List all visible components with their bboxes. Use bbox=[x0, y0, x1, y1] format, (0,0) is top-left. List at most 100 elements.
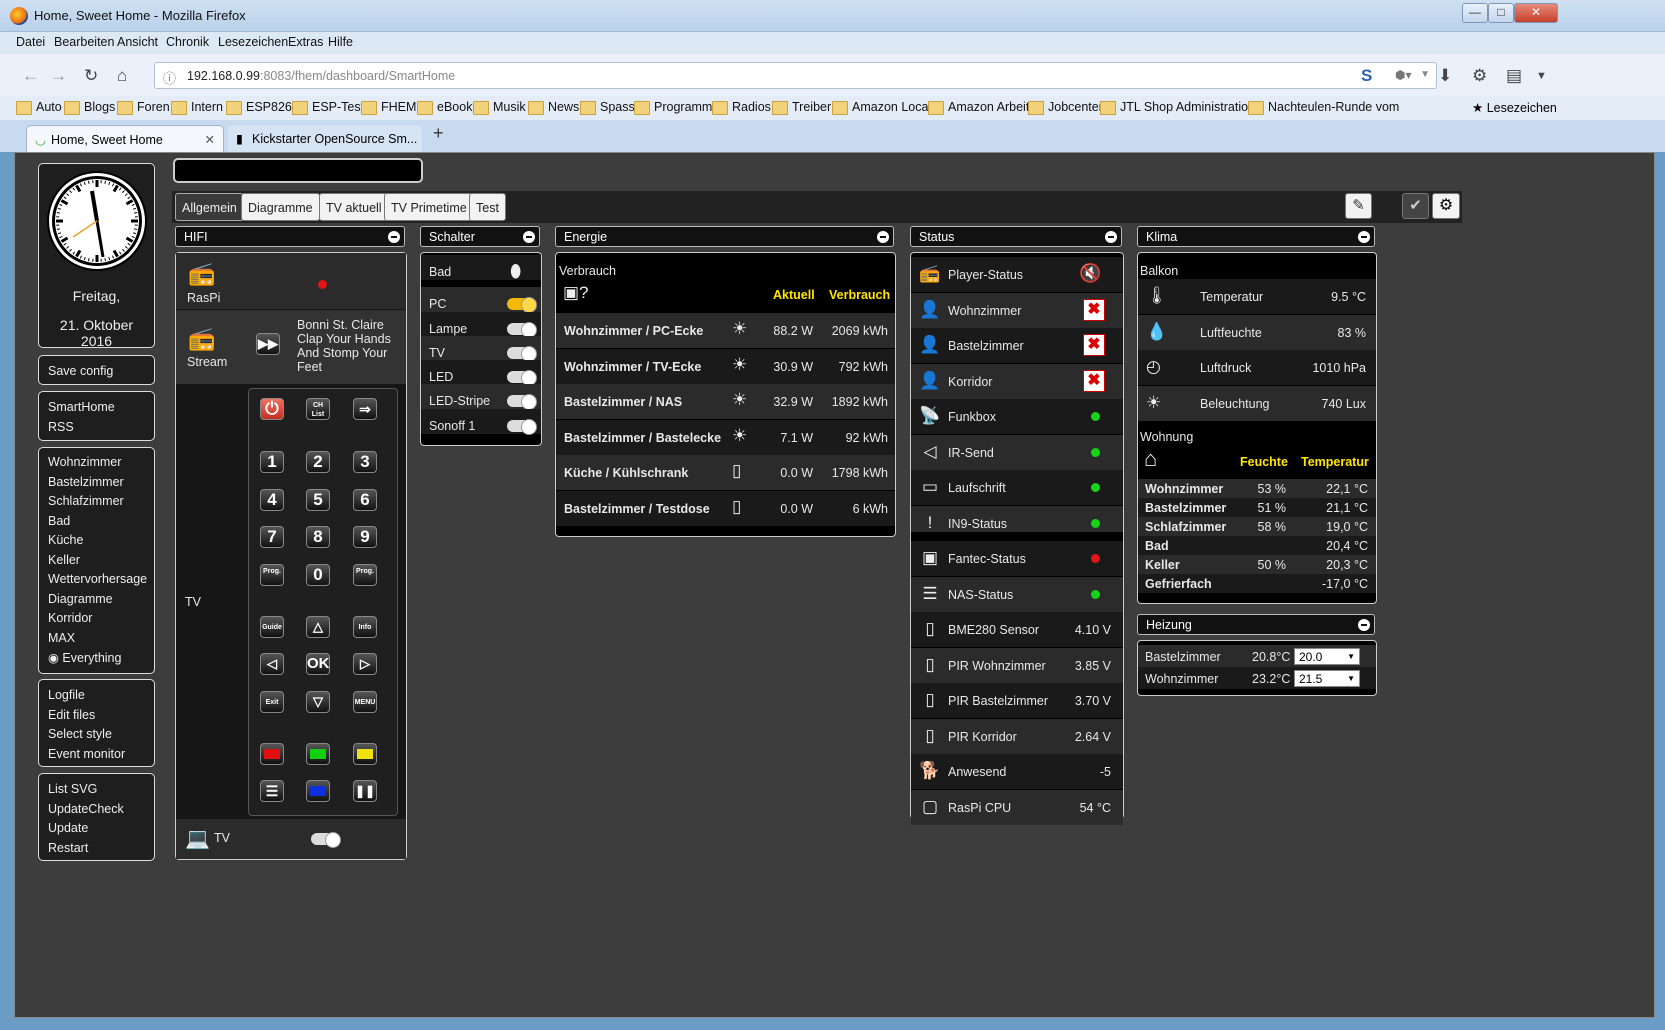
tab-test[interactable]: Test bbox=[469, 193, 506, 221]
arrow-up-icon[interactable]: △ bbox=[306, 616, 330, 638]
collapse-icon[interactable] bbox=[388, 231, 400, 243]
digit-8-button[interactable]: 8 bbox=[306, 526, 330, 548]
guide-button[interactable]: Guide bbox=[260, 616, 284, 638]
bookmark-folder[interactable]: Intern bbox=[171, 100, 223, 115]
switch-toggle[interactable] bbox=[507, 322, 537, 338]
input-source-button[interactable]: ⇒ bbox=[353, 398, 377, 420]
settings-gear-icon[interactable]: ⚙ bbox=[1432, 193, 1460, 219]
bookmark-link[interactable]: JTL Shop Administration bbox=[1100, 100, 1255, 115]
sidebar-item-bastelzimmer[interactable]: Bastelzimmer bbox=[39, 475, 154, 495]
switch-toggle[interactable] bbox=[507, 370, 537, 386]
toolbar-menu-icon[interactable]: ▼ bbox=[1536, 70, 1547, 82]
sidebar-item-keller[interactable]: Keller bbox=[39, 553, 154, 573]
adblock-icon[interactable]: ⬢▾ bbox=[1395, 68, 1412, 82]
reload-icon[interactable]: ↻ bbox=[84, 66, 98, 86]
sidebar-item-diagramme[interactable]: Diagramme bbox=[39, 592, 154, 612]
play-icon[interactable]: ▶▶ bbox=[256, 333, 280, 355]
menu-extras[interactable]: Extras bbox=[288, 35, 323, 49]
menu-bearbeiten[interactable]: Bearbeiten bbox=[54, 35, 114, 49]
tv-toggle[interactable] bbox=[311, 832, 341, 848]
tab-allgemein[interactable]: Allgemein bbox=[175, 193, 244, 221]
sidebar-item-list-svg[interactable]: List SVG bbox=[39, 782, 154, 802]
collapse-icon[interactable] bbox=[1358, 231, 1370, 243]
menu-ansicht[interactable]: Ansicht bbox=[117, 35, 158, 49]
bookmark-folder[interactable]: FHEM bbox=[361, 100, 416, 115]
digit-1-button[interactable]: 1 bbox=[260, 451, 284, 473]
sidebar-item-updatecheck[interactable]: UpdateCheck bbox=[39, 802, 154, 822]
new-tab-icon[interactable]: + bbox=[433, 123, 444, 144]
digit-0-button[interactable]: 0 bbox=[306, 564, 330, 586]
prog-down-button[interactable]: Prog. bbox=[353, 564, 377, 586]
sidebar-item-everything[interactable]: ◉ Everything bbox=[39, 650, 154, 670]
arrow-left-icon[interactable]: ◁ bbox=[260, 653, 284, 675]
sidebar-item-max[interactable]: MAX bbox=[39, 631, 154, 651]
bookmark-folder[interactable]: Programm bbox=[634, 100, 712, 115]
collapse-icon[interactable] bbox=[877, 231, 889, 243]
arrow-down-icon[interactable]: ▽ bbox=[306, 691, 330, 713]
tab-home-sweet-home[interactable]: ◡ Home, Sweet Home ✕ bbox=[26, 125, 224, 152]
bookmark-folder[interactable]: Amazon Arbeit bbox=[928, 100, 1029, 115]
setpoint-select[interactable]: 20.0 bbox=[1294, 648, 1360, 665]
command-input[interactable] bbox=[173, 158, 423, 183]
digit-7-button[interactable]: 7 bbox=[260, 526, 284, 548]
bookmark-folder[interactable]: News bbox=[528, 100, 579, 115]
tab-tv-aktuell[interactable]: TV aktuell bbox=[319, 193, 389, 221]
switch-toggle[interactable] bbox=[507, 346, 537, 362]
sidebar-item-wohnzimmer[interactable]: Wohnzimmer bbox=[39, 455, 154, 475]
menu-lesezeichen[interactable]: Lesezeichen bbox=[218, 35, 288, 49]
download-icon[interactable]: ⬇ bbox=[1438, 66, 1452, 86]
sidebar-item-korridor[interactable]: Korridor bbox=[39, 611, 154, 631]
bookmark-folder[interactable]: Spass bbox=[580, 100, 635, 115]
edit-pencil-icon[interactable]: ✎ bbox=[1345, 193, 1372, 219]
menu-button[interactable]: MENU bbox=[353, 691, 377, 713]
bookmark-folder[interactable]: Treiber bbox=[772, 100, 831, 115]
url-dropdown-icon[interactable]: ▼ bbox=[1420, 69, 1430, 80]
digit-3-button[interactable]: 3 bbox=[353, 451, 377, 473]
switch-toggle[interactable] bbox=[507, 297, 537, 313]
red-button[interactable] bbox=[260, 743, 284, 765]
ch-list-button[interactable]: CH List bbox=[306, 398, 330, 420]
close-window-button[interactable]: ✕ bbox=[1514, 3, 1558, 23]
bookmark-folder[interactable]: Jobcenter bbox=[1028, 100, 1103, 115]
tab-kickstarter[interactable]: ▮ Kickstarter OpenSource Sm... bbox=[228, 125, 422, 152]
bookmark-folder[interactable]: Auto bbox=[16, 100, 62, 115]
collapse-icon[interactable] bbox=[1358, 619, 1370, 631]
menu-datei[interactable]: Datei bbox=[16, 35, 45, 49]
arrow-right-icon[interactable]: ▷ bbox=[353, 653, 377, 675]
collapse-icon[interactable] bbox=[523, 231, 535, 243]
exit-button[interactable]: Exit bbox=[260, 691, 284, 713]
home-icon[interactable]: ⌂ bbox=[117, 66, 127, 86]
sidebar-item-update[interactable]: Update bbox=[39, 821, 154, 841]
bookmark-folder[interactable]: eBook bbox=[417, 100, 472, 115]
sidebar-item-select-style[interactable]: Select style bbox=[39, 727, 154, 747]
sidebar-item-logfile[interactable]: Logfile bbox=[39, 688, 154, 708]
bookmark-folder[interactable]: Radios bbox=[712, 100, 771, 115]
tab-tv-primetime[interactable]: TV Primetime bbox=[384, 193, 474, 221]
back-icon[interactable]: ← bbox=[22, 66, 39, 86]
sidebar-item-kueche[interactable]: Küche bbox=[39, 533, 154, 553]
digit-4-button[interactable]: 4 bbox=[260, 489, 284, 511]
digit-9-button[interactable]: 9 bbox=[353, 526, 377, 548]
bookmark-folder[interactable]: Musik bbox=[473, 100, 526, 115]
sidebar-item-restart[interactable]: Restart bbox=[39, 841, 154, 861]
digit-5-button[interactable]: 5 bbox=[306, 489, 330, 511]
menu-chronik[interactable]: Chronik bbox=[166, 35, 209, 49]
bookmarks-menu-button[interactable]: ★ Lesezeichen bbox=[1472, 100, 1557, 115]
save-config-link[interactable]: Save config bbox=[39, 364, 154, 384]
yellow-button[interactable] bbox=[353, 743, 377, 765]
maximize-button[interactable]: □ bbox=[1488, 3, 1514, 23]
bookmark-folder[interactable]: ESP-Test bbox=[292, 100, 364, 115]
green-button[interactable] bbox=[306, 743, 330, 765]
bookmark-folder[interactable]: ESP8266 bbox=[226, 100, 299, 115]
minimize-button[interactable]: — bbox=[1462, 3, 1488, 23]
sidebar-item-wettervorhersage[interactable]: Wettervorhersage bbox=[39, 572, 154, 592]
bulb-icon[interactable]: ⬮ bbox=[510, 261, 521, 282]
bookmark-link[interactable]: Nachteulen-Runde vom bbox=[1248, 100, 1399, 115]
tab-diagramme[interactable]: Diagramme bbox=[241, 193, 320, 221]
sidebar-item-edit-files[interactable]: Edit files bbox=[39, 708, 154, 728]
power-button[interactable]: ⏻ bbox=[260, 398, 284, 420]
bookmark-folder[interactable]: Blogs bbox=[64, 100, 115, 115]
list-icon[interactable]: ☰ bbox=[260, 780, 284, 802]
addon-icon[interactable]: ⚙ bbox=[1472, 66, 1487, 86]
bookmark-folder[interactable]: Amazon Local bbox=[832, 100, 931, 115]
